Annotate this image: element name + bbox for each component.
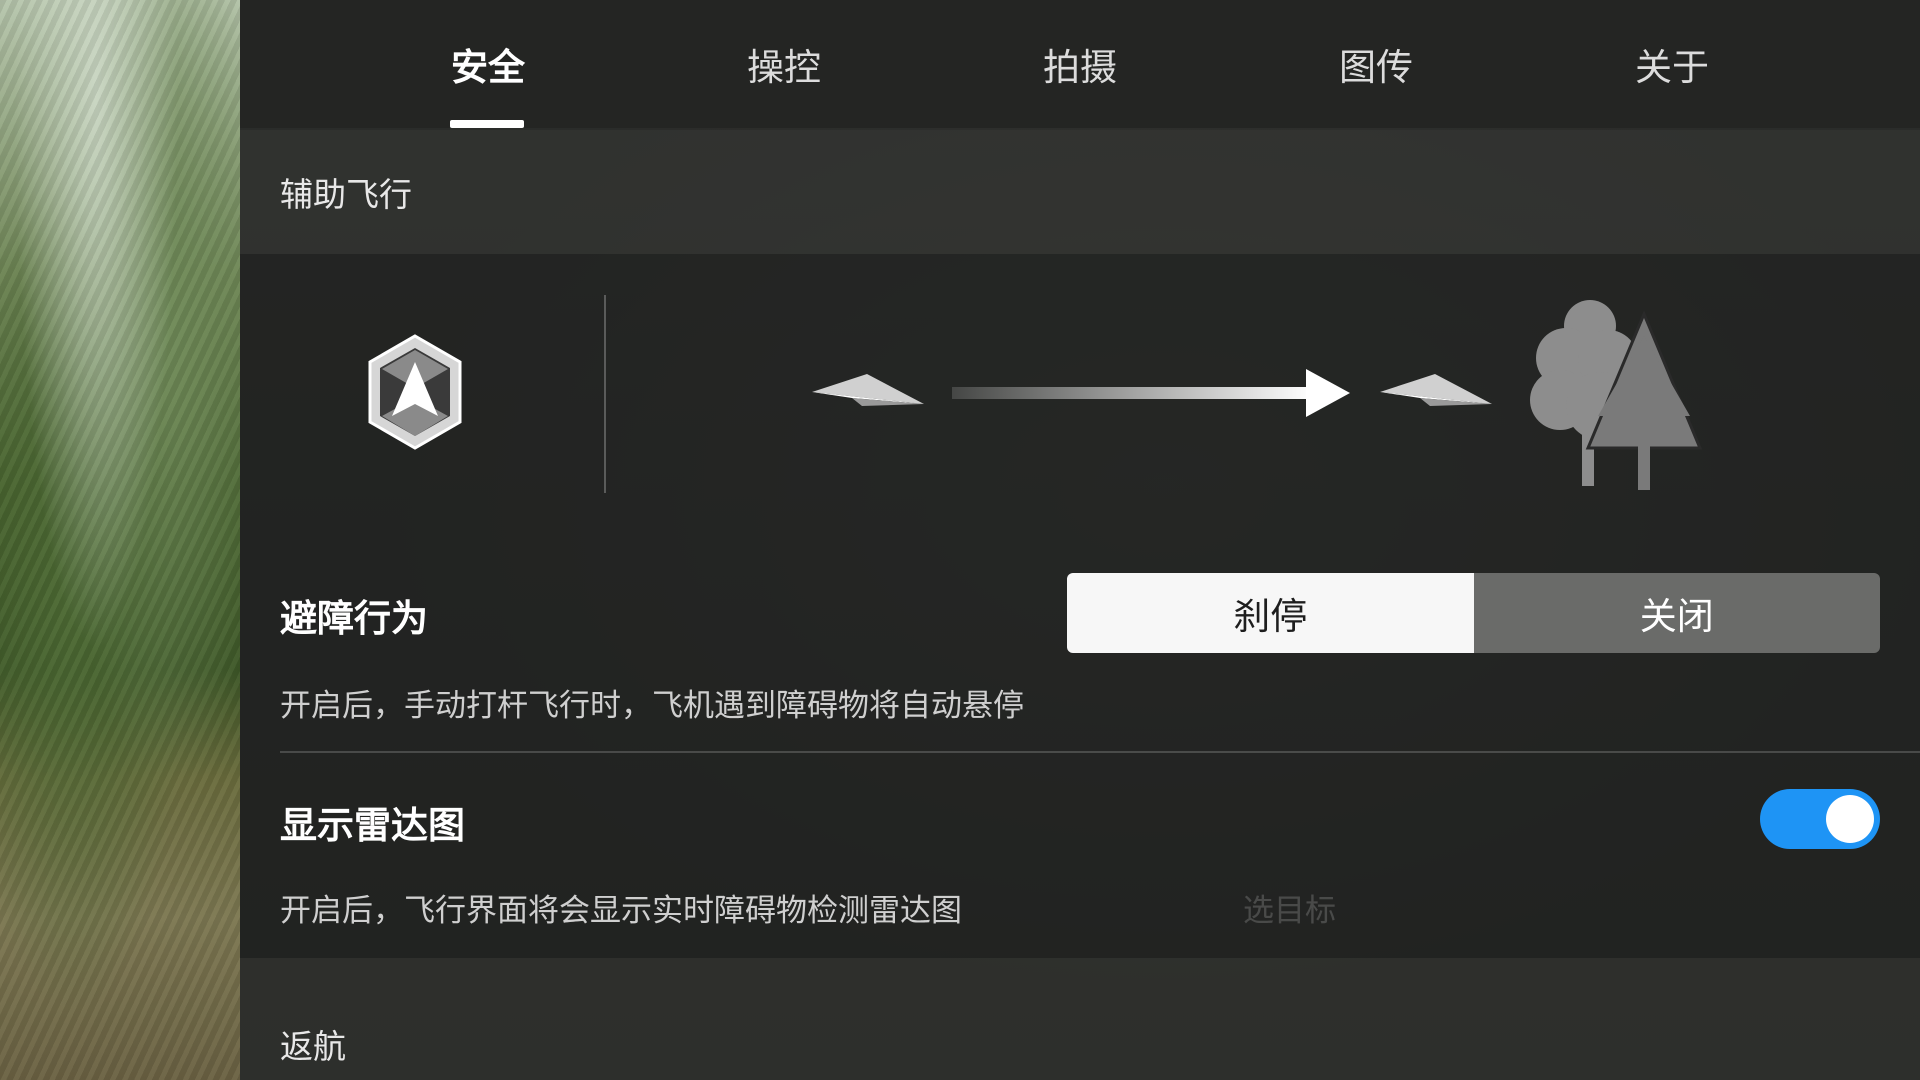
tab-bar: 安全 操控 拍摄 图传 关于 <box>240 0 1920 128</box>
option-off-button[interactable]: 关闭 <box>1473 573 1880 653</box>
tab-control-label: 操控 <box>747 46 821 89</box>
radar-map-toggle[interactable] <box>1760 789 1880 849</box>
assisted-flight-title: 辅助飞行 <box>280 175 412 214</box>
paper-plane-icon <box>1380 374 1492 406</box>
toggle-knob <box>1826 795 1874 843</box>
obstacle-avoidance-title: 避障行为 <box>280 597 428 640</box>
obstacle-avoidance-selector: 刹停 关闭 <box>1067 573 1880 653</box>
tab-camera-label: 拍摄 <box>1043 46 1117 89</box>
paper-plane-icon <box>812 374 924 406</box>
tab-transmission[interactable]: 图传 <box>1296 0 1456 128</box>
tab-safety[interactable]: 安全 <box>408 0 568 128</box>
tab-transmission-label: 图传 <box>1339 46 1413 89</box>
trees-icon <box>1530 300 1703 490</box>
arrow-right-icon <box>952 369 1350 417</box>
tab-control[interactable]: 操控 <box>704 0 864 128</box>
tab-safety-label: 安全 <box>451 46 525 89</box>
obstacle-avoidance-description: 开启后，手动打杆飞行时，飞机遇到障碍物将自动悬停 <box>280 688 1024 724</box>
tab-about-label: 关于 <box>1635 46 1709 89</box>
illustration-divider <box>604 295 606 493</box>
return-home-header: 返航 <box>240 958 1920 1080</box>
option-brake-button[interactable]: 刹停 <box>1067 573 1474 653</box>
row-divider <box>280 751 1920 753</box>
active-tab-indicator <box>450 120 524 128</box>
settings-panel: 安全 操控 拍摄 图传 关于 辅助飞行 避障行为 刹停 关闭 开启后，手动打杆飞… <box>240 0 1920 1080</box>
tab-camera[interactable]: 拍摄 <box>1000 0 1160 128</box>
background-overlay-text: 选目标 <box>1243 893 1336 929</box>
return-home-title: 返航 <box>280 1027 346 1066</box>
tab-about[interactable]: 关于 <box>1592 0 1752 128</box>
assisted-flight-header: 辅助飞行 <box>240 130 1920 254</box>
camera-feed-background <box>0 0 240 1080</box>
drone-nav-icon <box>368 334 462 450</box>
radar-map-description: 开启后，飞行界面将会显示实时障碍物检测雷达图 <box>280 893 962 929</box>
radar-map-title: 显示雷达图 <box>280 804 465 847</box>
